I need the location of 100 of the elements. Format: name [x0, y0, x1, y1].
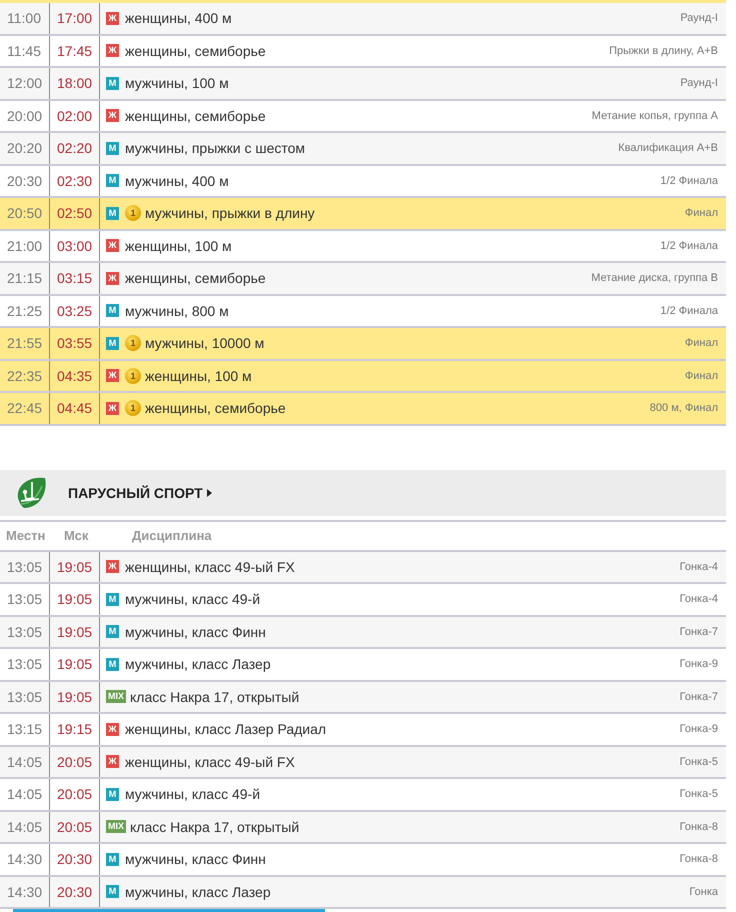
gender-badge: Ж: [106, 369, 119, 382]
gender-badge: М: [106, 142, 119, 155]
section-title-link[interactable]: ПАРУСНЫЙ СПОРТ: [68, 484, 212, 500]
discipline-name[interactable]: мужчины, прыжки в длину: [145, 205, 315, 222]
discipline-name[interactable]: мужчины, класс Лазер: [125, 884, 271, 900]
gender-badge: Ж: [106, 722, 119, 736]
discipline-name[interactable]: женщины, класс Лазер Радиал: [125, 721, 326, 738]
caret-icon: [206, 488, 212, 496]
stage-label: Метание копья, группа А: [592, 110, 718, 122]
discipline-name[interactable]: мужчины, класс Финн: [125, 851, 266, 868]
local-time: 21:00: [0, 230, 50, 261]
gender-badge: Ж: [106, 44, 119, 58]
stage-label: Гонка-9: [680, 723, 718, 736]
local-time: 13:05: [0, 552, 50, 582]
discipline-name[interactable]: женщины, семиборье: [125, 270, 266, 286]
moscow-time: 19:05: [50, 584, 100, 614]
stage-label: Гонка: [689, 886, 718, 898]
column-header: Дисциплина: [132, 528, 212, 543]
discipline-name[interactable]: мужчины, 10000 м: [145, 335, 264, 352]
stage-label: Гонка-7: [680, 690, 718, 703]
gender-badge: Ж: [106, 402, 119, 415]
discipline-name[interactable]: мужчины, класс Финн: [125, 624, 266, 640]
discipline-name[interactable]: мужчины, 100 м: [125, 75, 229, 92]
gender-badge: М: [106, 658, 119, 671]
stage-label: 1/2 Финала: [660, 304, 718, 317]
gender-badge: М: [106, 885, 119, 898]
local-time: 13:15: [0, 714, 50, 744]
moscow-time: 20:05: [50, 779, 100, 810]
stage-label: Гонка-8: [680, 853, 718, 866]
moscow-time: 04:35: [50, 360, 100, 391]
stage-label: Метание диска, группа В: [591, 272, 718, 284]
discipline-name[interactable]: мужчины, 800 м: [125, 302, 229, 319]
discipline-name[interactable]: мужчины, прыжки с шестом: [125, 140, 306, 156]
discipline-name[interactable]: женщины, семиборье: [125, 42, 266, 59]
medal-badge: 1: [125, 368, 141, 384]
gender-badge: М: [106, 852, 119, 866]
discipline-name[interactable]: мужчины, класс Лазер: [125, 656, 271, 672]
gender-badge: Ж: [106, 755, 119, 768]
moscow-time: 02:30: [50, 166, 100, 196]
discipline-name[interactable]: мужчины, 400 м: [125, 172, 229, 189]
discipline-name[interactable]: женщины, класс 49-ый FX: [125, 754, 295, 770]
discipline-name[interactable]: женщины, класс 49-ый FX: [125, 558, 295, 575]
gender-badge: М: [106, 174, 119, 188]
stage-label: Финал: [684, 337, 718, 350]
moscow-time: 18:00: [50, 68, 100, 98]
moscow-time: 19:05: [50, 616, 100, 647]
gender-badge: Ж: [106, 109, 119, 122]
moscow-time: 02:00: [50, 100, 100, 131]
gender-badge: М: [106, 304, 119, 318]
moscow-time: 04:45: [50, 393, 100, 424]
local-time: 21:55: [0, 328, 50, 358]
stage-label: 800 м, Финал: [650, 402, 718, 414]
discipline-name[interactable]: мужчины, класс 49-й: [125, 786, 260, 802]
stage-label: Гонка-4: [680, 560, 718, 573]
gender-badge: М: [106, 206, 119, 220]
local-time: 13:05: [0, 584, 50, 614]
stage-label: Гонка-9: [680, 658, 718, 670]
moscow-time: 02:20: [50, 133, 100, 164]
discipline-name[interactable]: класс Накра 17, открытый: [130, 688, 300, 705]
local-time: 20:00: [0, 100, 50, 131]
moscow-time: 02:50: [50, 198, 100, 228]
local-time: 21:25: [0, 296, 50, 326]
stage-label: Гонка-7: [680, 626, 718, 638]
medal-badge: 1: [125, 205, 141, 222]
discipline-name[interactable]: класс Накра 17, открытый: [130, 818, 300, 835]
discipline-name[interactable]: женщины, 400 м: [125, 10, 232, 26]
gender-badge: MIX: [106, 690, 126, 704]
local-time: 13:05: [0, 616, 50, 647]
moscow-time: 03:15: [50, 263, 100, 294]
local-time: 20:30: [0, 166, 50, 196]
local-time: 20:50: [0, 198, 50, 228]
local-time: 14:30: [0, 876, 50, 907]
gender-badge: М: [106, 336, 119, 350]
moscow-time: 19:05: [50, 649, 100, 680]
local-time: 13:05: [0, 649, 50, 680]
stage-label: Гонка-5: [680, 788, 718, 800]
column-header: Местн: [5, 528, 46, 543]
stage-label: Раунд-I: [680, 77, 718, 90]
local-time: 22:45: [0, 393, 50, 424]
gender-badge: Ж: [106, 560, 119, 574]
gender-badge: М: [106, 625, 119, 638]
moscow-time: 19:15: [50, 714, 100, 744]
moscow-time: 19:05: [50, 682, 100, 712]
moscow-time: 20:30: [50, 876, 100, 907]
gender-badge: MIX: [106, 820, 126, 834]
moscow-time: 03:00: [50, 230, 100, 261]
stage-label: Финал: [684, 370, 718, 382]
gender-badge: Ж: [106, 239, 119, 252]
local-time: 22:35: [0, 360, 50, 391]
discipline-name[interactable]: мужчины, класс 49-й: [125, 591, 260, 608]
stage-label: Квалификация А+В: [618, 142, 718, 154]
local-time: 12:00: [0, 68, 50, 98]
discipline-name[interactable]: женщины, 100 м: [125, 238, 232, 254]
discipline-name[interactable]: женщины, семиборье: [145, 400, 286, 416]
local-time: 11:00: [0, 3, 50, 34]
discipline-name[interactable]: женщины, семиборье: [125, 108, 266, 124]
medal-badge: 1: [125, 335, 141, 352]
moscow-time: 20:30: [50, 844, 100, 874]
local-time: 13:05: [0, 682, 50, 712]
discipline-name[interactable]: женщины, 100 м: [145, 368, 252, 384]
